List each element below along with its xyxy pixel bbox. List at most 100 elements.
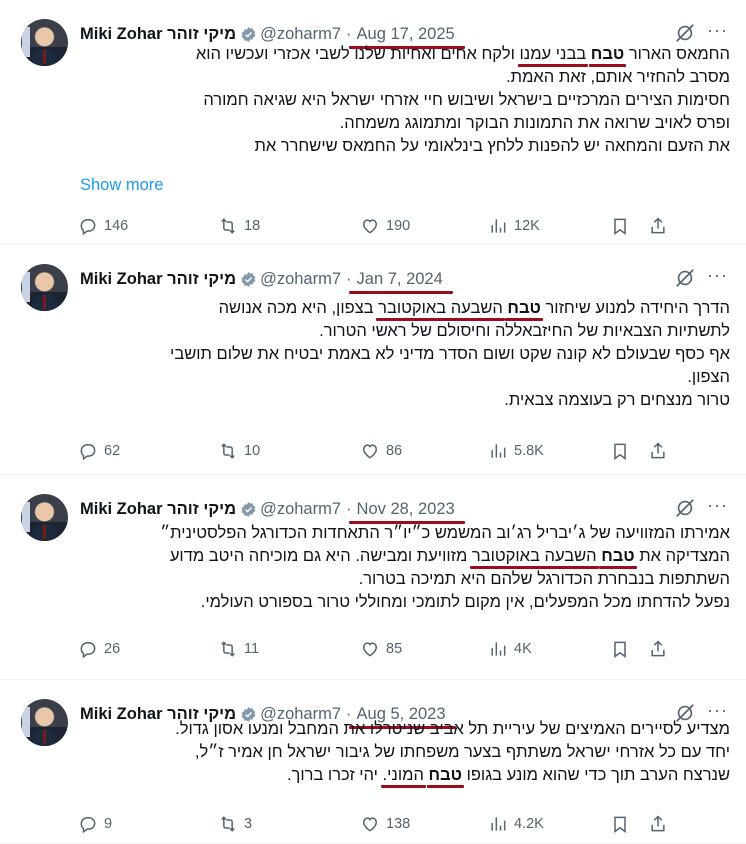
- views-count: 12K: [514, 218, 540, 234]
- text-segment: אף כסף שבעולם לא קונה שקט ושום הסדר מדינ…: [170, 345, 730, 363]
- text-segment: לתשתיות הצבאיות של החיזבאללה וחיסולם של …: [319, 322, 730, 340]
- avatar[interactable]: [21, 264, 68, 311]
- verified-badge-icon: [240, 501, 257, 518]
- bookmark-button[interactable]: [610, 441, 630, 461]
- tweet-text-line: אמירתו המזוויעה של ג׳יבריל רג׳וב המשמש כ…: [80, 522, 730, 545]
- tweet[interactable]: Miki Zohar מיקי זוהר @zoharm7 · Nov 28, 202…: [0, 475, 746, 680]
- tweet-text-line: הדרך היחידה למנוע שיחזור טבח השבעה באוקט…: [80, 297, 730, 320]
- like-button[interactable]: 138: [360, 814, 478, 834]
- repost-button[interactable]: 11: [218, 639, 342, 659]
- like-count: 138: [386, 816, 411, 832]
- text-segment: מסרב להחזיר אותם, זאת האמת.: [506, 68, 730, 86]
- share-button[interactable]: [648, 639, 668, 659]
- bookmark-button[interactable]: [610, 639, 630, 659]
- share-button[interactable]: [648, 814, 668, 834]
- views-button[interactable]: 12K: [488, 216, 588, 236]
- handle[interactable]: @zoharm7: [260, 25, 341, 44]
- text-segment: יחד עם כל אזרחי ישראל משתתף בצער משפחתו …: [194, 743, 730, 761]
- display-name[interactable]: Miki Zohar מיקי זוהר: [80, 270, 236, 289]
- views-icon: [488, 639, 508, 659]
- tweet-text-line: הצפון.: [80, 366, 730, 389]
- tweet-date[interactable]: Nov 28, 2023: [348, 500, 465, 524]
- separator-dot: ·: [346, 499, 352, 518]
- tweet[interactable]: Miki Zohar מיקי זוהר @zoharm7 · Jan 7, 2024…: [0, 245, 746, 475]
- text-segment-after: השבעה באוקטובר בצפון, היא מכה אנושה: [218, 299, 503, 317]
- tweet-text-line: את הזעם והמחאה יש להפנות ללחץ בינלאומי ע…: [80, 135, 730, 158]
- text-segment-after: בבני עמנו ולקח אחים ואחיות שלנו לשבי אכז…: [195, 45, 587, 63]
- tweet-text: אמירתו המזוויעה של ג׳יבריל רג׳וב המשמש כ…: [80, 522, 730, 614]
- views-button[interactable]: 5.8K: [488, 441, 588, 461]
- tweet-text-line: שנרצח הערב תוך כדי שהוא מונע בגופו טבח ה…: [80, 764, 730, 787]
- bookmark-button[interactable]: [610, 814, 630, 834]
- tweet-text-line: יחד עם כל אזרחי ישראל משתתף בצער משפחתו …: [80, 741, 730, 764]
- like-count: 190: [386, 218, 411, 234]
- reply-count: 9: [104, 816, 113, 832]
- text-segment: המצדיקה את: [634, 547, 730, 565]
- reply-button[interactable]: 9: [78, 814, 178, 834]
- text-segment: שנרצח הערב תוך כדי שהוא מונע בגופו: [461, 766, 730, 784]
- handle[interactable]: @zoharm7: [260, 270, 341, 289]
- like-button[interactable]: 190: [360, 216, 478, 236]
- tweet-actions: 9 3 138 4.2K: [78, 812, 732, 836]
- views-icon: [488, 814, 508, 834]
- reply-icon: [78, 441, 98, 461]
- views-count: 5.8K: [514, 443, 544, 459]
- tweet-date[interactable]: Jan 7, 2024: [348, 270, 454, 294]
- like-icon: [360, 639, 380, 659]
- like-count: 85: [386, 641, 403, 657]
- text-segment-after: המוני. יהי זכרו ברוך.: [286, 766, 424, 784]
- handle[interactable]: @zoharm7: [260, 500, 341, 519]
- grok-icon[interactable]: [674, 497, 696, 519]
- tweet-text-line: אף כסף שבעולם לא קונה שקט ושום הסדר מדינ…: [80, 343, 730, 366]
- tweet-actions: 62 10 86 5.8K: [78, 439, 732, 463]
- text-segment: אמירתו המזוויעה של ג׳יבריל רג׳וב המשמש כ…: [160, 524, 730, 542]
- tweet-text-line: המצדיקה את טבח השבעה באוקטובר מזוויעת ומ…: [80, 545, 730, 568]
- separator-dot: ·: [346, 24, 352, 43]
- show-more-link[interactable]: Show more: [80, 176, 163, 195]
- repost-count: 11: [244, 641, 260, 657]
- reply-button[interactable]: 146: [78, 216, 178, 236]
- text-segment-after: השבעה באוקטובר מזוויעת ומבישה. היא גם מו…: [169, 547, 597, 565]
- avatar[interactable]: [21, 699, 68, 746]
- views-button[interactable]: 4K: [488, 639, 588, 659]
- text-segment: הדרך היחידה למנוע שיחזור: [540, 299, 730, 317]
- views-count: 4K: [514, 641, 532, 657]
- repost-button[interactable]: 10: [218, 441, 342, 461]
- reply-button[interactable]: 26: [78, 639, 178, 659]
- repost-icon: [218, 441, 238, 461]
- separator-dot: ·: [346, 269, 352, 288]
- reply-count: 62: [104, 443, 121, 459]
- like-button[interactable]: 86: [360, 441, 478, 461]
- bookmark-icon: [610, 216, 630, 236]
- more-options-icon[interactable]: ···: [707, 265, 728, 286]
- text-segment: טרור מנצחים רק בעוצמה צבאית.: [504, 391, 730, 409]
- like-button[interactable]: 85: [360, 639, 478, 659]
- share-icon: [648, 639, 668, 659]
- display-name[interactable]: Miki Zohar מיקי זוהר: [80, 25, 236, 44]
- views-button[interactable]: 4.2K: [488, 814, 588, 834]
- display-name[interactable]: Miki Zohar מיקי זוהר: [80, 500, 236, 519]
- reply-count: 26: [104, 641, 121, 657]
- more-options-icon[interactable]: ···: [707, 495, 728, 516]
- share-button[interactable]: [648, 441, 668, 461]
- avatar[interactable]: [21, 19, 68, 66]
- reply-button[interactable]: 62: [78, 441, 178, 461]
- share-icon: [648, 441, 668, 461]
- views-count: 4.2K: [514, 816, 544, 832]
- repost-count: 18: [244, 218, 261, 234]
- tweet-date[interactable]: Aug 17, 2025: [348, 25, 465, 49]
- tweet-text-line: השתתפות בנבחרת הכדורגל שלהם היא תמיכה בט…: [80, 568, 730, 591]
- repost-button[interactable]: 3: [218, 814, 342, 834]
- bookmark-icon: [610, 441, 630, 461]
- bookmark-button[interactable]: [610, 216, 630, 236]
- tweet[interactable]: Miki Zohar מיקי זוהר @zoharm7 · Aug 17, 202…: [0, 0, 746, 245]
- grok-icon[interactable]: [674, 22, 696, 44]
- avatar[interactable]: [21, 494, 68, 541]
- share-button[interactable]: [648, 216, 668, 236]
- reply-count: 146: [104, 218, 129, 234]
- text-segment: ופרס לאויב שרואה את התמונות הבוקר ומתמוג…: [339, 114, 730, 132]
- grok-icon[interactable]: [674, 267, 696, 289]
- more-options-icon[interactable]: ···: [707, 20, 728, 41]
- repost-button[interactable]: 18: [218, 216, 342, 236]
- tweet[interactable]: Miki Zohar מיקי זוהר @zoharm7 · Aug 5, 2023…: [0, 680, 746, 844]
